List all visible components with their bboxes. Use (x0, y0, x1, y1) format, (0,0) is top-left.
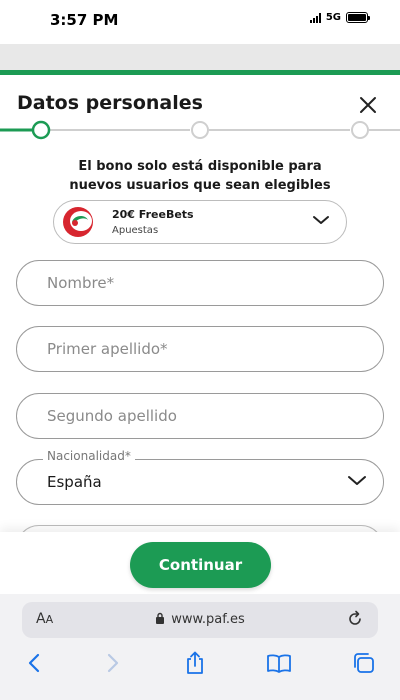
chevron-left-icon (28, 653, 40, 673)
nombre-input[interactable] (47, 261, 347, 304)
step-2-indicator (191, 121, 209, 139)
bonus-subtitle: Apuestas (112, 225, 159, 236)
network-label: 5G (325, 12, 341, 23)
form-footer: Continuar (0, 532, 400, 594)
close-button[interactable] (354, 91, 382, 119)
personal-data-sheet: Datos personales El bono solo está dispo… (0, 75, 400, 535)
reload-icon (349, 610, 361, 625)
primer-apellido-field (16, 326, 384, 372)
paf-logo-icon (63, 207, 93, 237)
address-bar[interactable]: AA www.paf.es (22, 602, 378, 638)
segundo-apellido-field (16, 393, 384, 439)
url-display: www.paf.es (22, 612, 378, 627)
status-time: 3:57 PM (50, 11, 119, 29)
nacionalidad-value: España (47, 473, 102, 491)
status-bar: 3:57 PM 5G (0, 0, 400, 44)
sheet-title: Datos personales (17, 92, 203, 114)
chevron-down-icon (348, 476, 366, 485)
url-text: www.paf.es (171, 612, 245, 627)
bookmarks-button[interactable] (264, 650, 294, 676)
forward-button[interactable] (98, 650, 128, 676)
nacionalidad-select[interactable]: Nacionalidad* España (16, 449, 384, 505)
lock-icon (156, 612, 165, 624)
page-backdrop (0, 44, 400, 70)
status-indicators: 5G (309, 12, 370, 23)
book-icon (267, 654, 291, 673)
continue-button[interactable]: Continuar (130, 542, 271, 588)
share-button[interactable] (180, 650, 210, 676)
bonus-text-line-1: El bono solo está disponible para (78, 159, 322, 174)
close-icon (360, 97, 376, 113)
step-1-indicator (31, 120, 51, 140)
chevron-right-icon (107, 653, 119, 673)
step-progress (0, 120, 400, 140)
signal-icon (309, 12, 321, 23)
bonus-dropdown[interactable]: 20€ FreeBets Apuestas (53, 200, 347, 244)
chevron-down-icon (313, 216, 329, 224)
bonus-text-line-2: nuevos usuarios que sean elegibles (69, 178, 331, 193)
nombre-field (16, 260, 384, 306)
nacionalidad-label: Nacionalidad* (43, 449, 135, 463)
bonus-title: 20€ FreeBets (112, 208, 194, 221)
primer-apellido-input[interactable] (47, 327, 347, 370)
reload-button[interactable] (346, 610, 364, 632)
battery-icon (346, 12, 370, 23)
tabs-button[interactable] (349, 650, 379, 676)
back-button[interactable] (19, 650, 49, 676)
browser-toolbar: AA www.paf.es (0, 594, 400, 700)
tabs-icon (354, 653, 374, 673)
step-3-indicator (351, 121, 369, 139)
segundo-apellido-input[interactable] (47, 394, 347, 437)
bonus-eligibility-text: El bono solo está disponible para nuevos… (0, 157, 400, 195)
share-icon (187, 651, 203, 674)
